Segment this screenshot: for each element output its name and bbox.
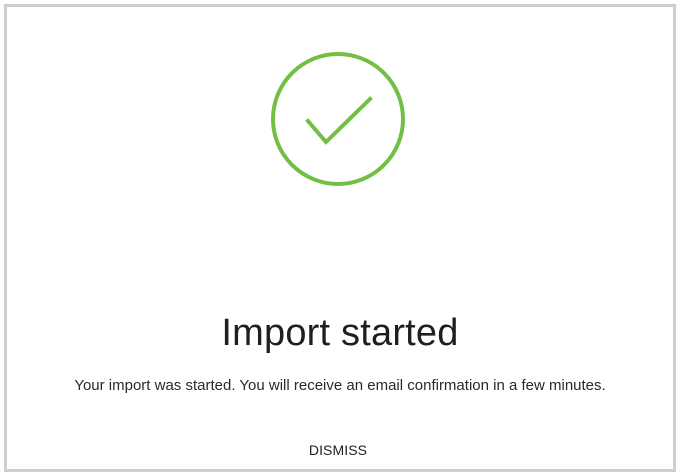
dialog-title: Import started — [221, 312, 459, 354]
import-started-dialog: Import started Your import was started. … — [4, 4, 676, 472]
dismiss-button[interactable]: DISMISS — [295, 436, 381, 464]
check-circle-icon — [270, 51, 406, 187]
dialog-message: Your import was started. You will receiv… — [74, 377, 606, 394]
